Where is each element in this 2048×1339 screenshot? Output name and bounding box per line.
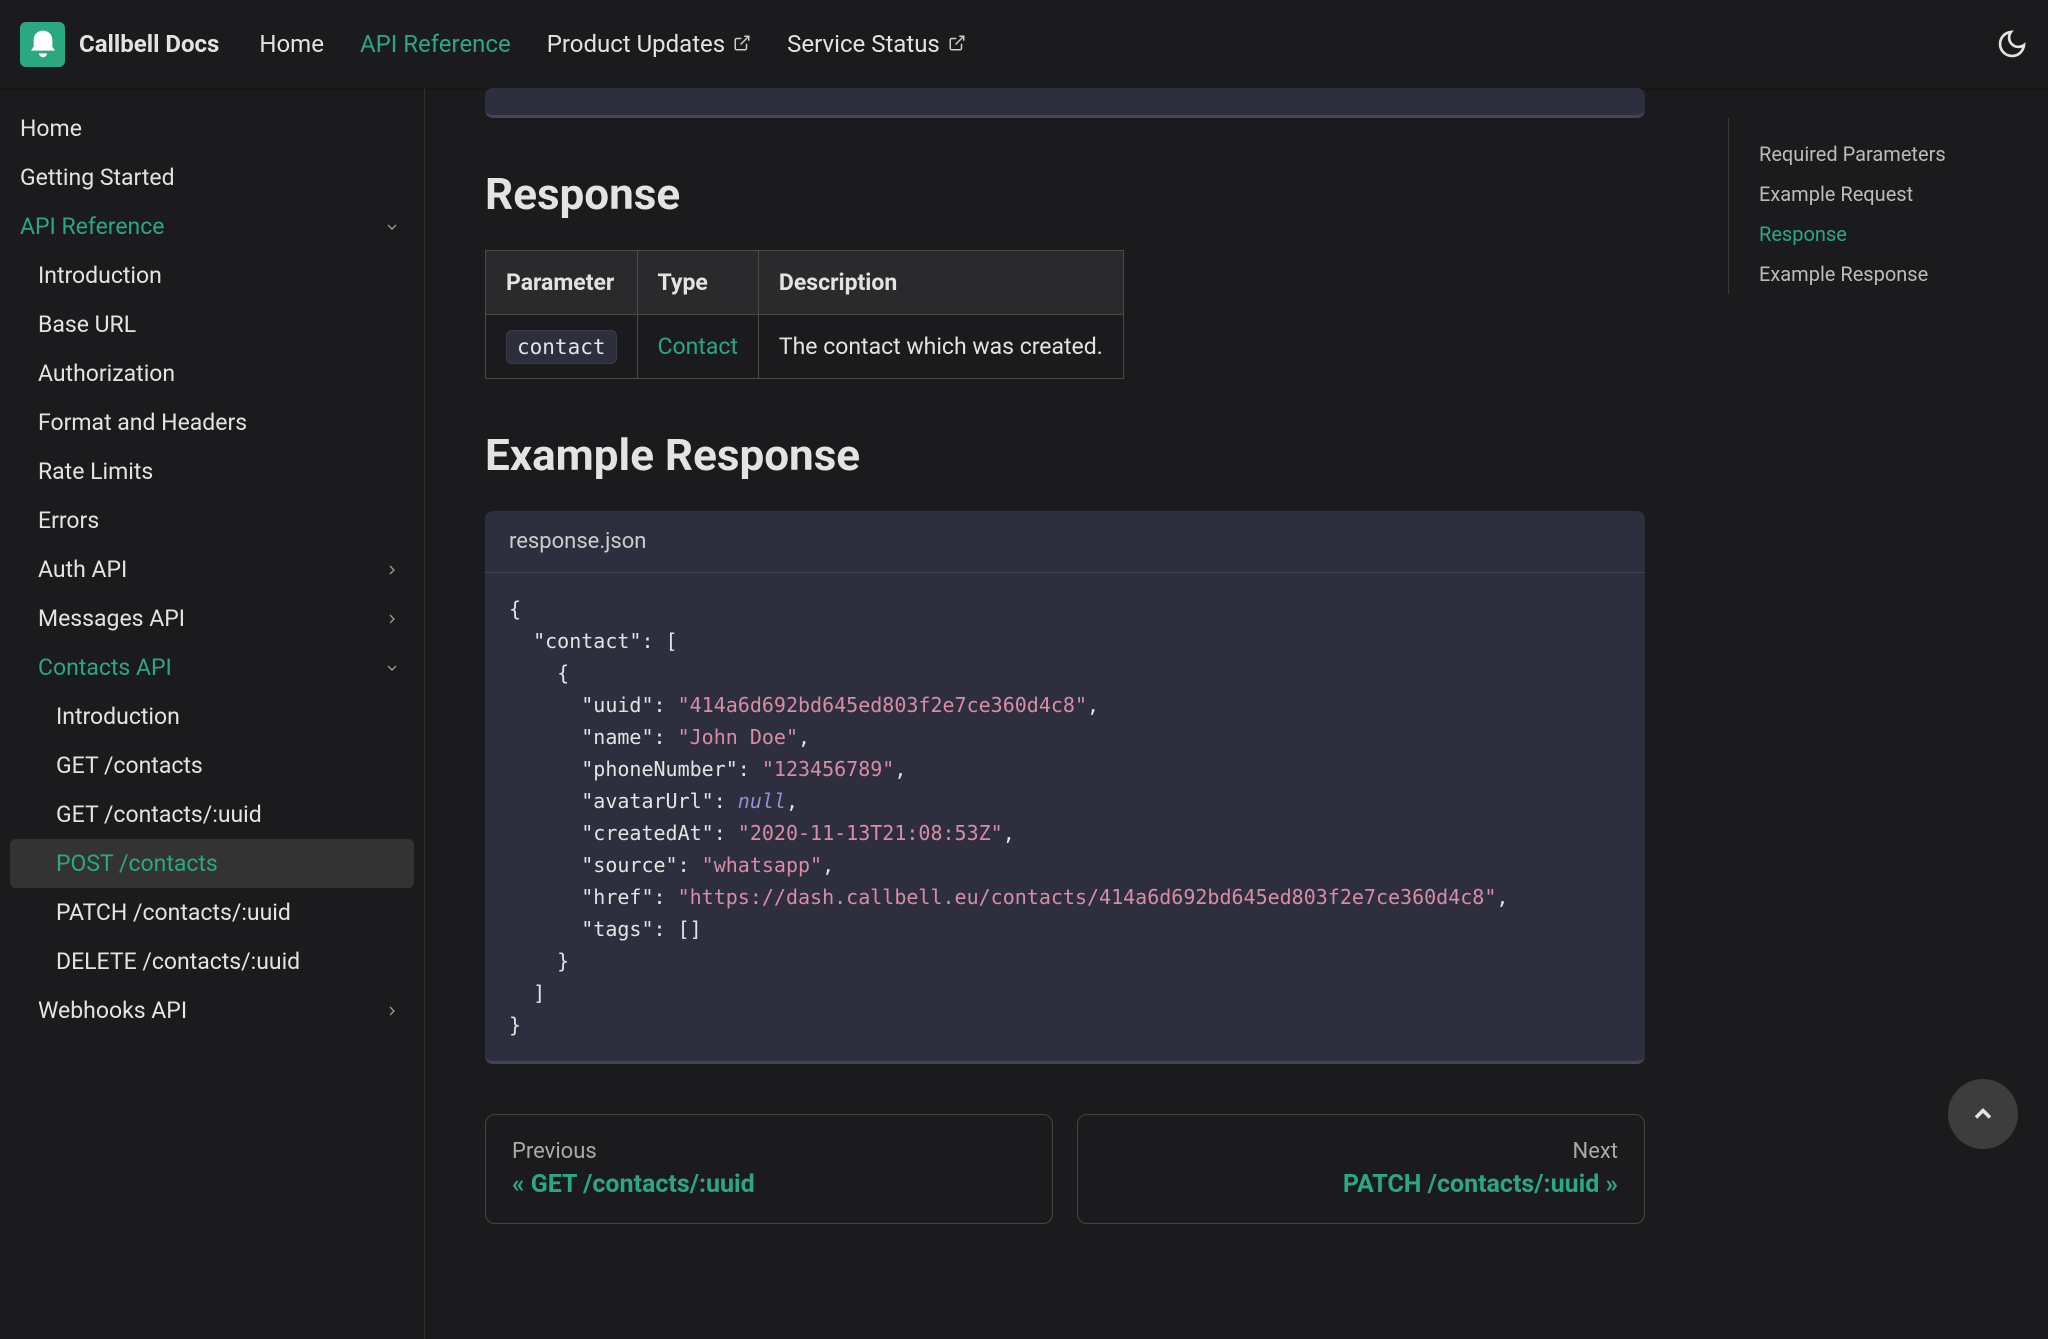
th-description: Description	[758, 251, 1123, 315]
response-table: Parameter Type Description contact Conta…	[485, 250, 1124, 379]
sidebar-item-messages-api[interactable]: Messages API	[0, 594, 424, 643]
sidebar-item-authorization[interactable]: Authorization	[0, 349, 424, 398]
cell-parameter: contact	[486, 315, 638, 379]
th-parameter: Parameter	[486, 251, 638, 315]
brand-title: Callbell Docs	[79, 30, 219, 58]
cell-description: The contact which was created.	[758, 315, 1123, 379]
pagination: Previous « GET /contacts/:uuid Next PATC…	[485, 1114, 1645, 1224]
external-link-icon	[948, 30, 966, 58]
sidebar-item-api-reference[interactable]: API Reference	[0, 202, 424, 251]
type-link-contact[interactable]: Contact	[658, 333, 738, 360]
nav-api-reference[interactable]: API Reference	[360, 30, 511, 58]
sidebar-item-format-headers[interactable]: Format and Headers	[0, 398, 424, 447]
chevron-down-icon	[380, 215, 404, 239]
next-title: PATCH /contacts/:uuid »	[1104, 1170, 1618, 1199]
response-heading: Response	[485, 168, 1645, 220]
sidebar-item-label: Webhooks API	[38, 997, 187, 1024]
toc-required-params[interactable]: Required Parameters	[1759, 134, 2048, 174]
toc-example-request[interactable]: Example Request	[1759, 174, 2048, 214]
json-avatar: null	[738, 789, 786, 813]
nav-product-updates[interactable]: Product Updates	[547, 30, 751, 58]
nav-service-status[interactable]: Service Status	[787, 30, 966, 58]
json-name: "John Doe"	[678, 725, 798, 749]
code-body: { "contact": [ { "uuid": "414a6d692bd645…	[485, 573, 1645, 1061]
json-phone: "123456789"	[762, 757, 894, 781]
sidebar-item-get-contacts[interactable]: GET /contacts	[0, 741, 424, 790]
sidebar-item-contacts-api[interactable]: Contacts API	[0, 643, 424, 692]
bell-icon	[27, 28, 59, 60]
prev-label: Previous	[512, 1139, 1026, 1164]
pagination-next[interactable]: Next PATCH /contacts/:uuid »	[1077, 1114, 1645, 1224]
toc-response[interactable]: Response	[1759, 214, 2048, 254]
header: Callbell Docs Home API Reference Product…	[0, 0, 2048, 88]
sidebar-item-home[interactable]: Home	[0, 104, 424, 153]
sidebar-item-delete-contacts[interactable]: DELETE /contacts/:uuid	[0, 937, 424, 986]
nav-product-updates-label: Product Updates	[547, 30, 725, 58]
sidebar-item-post-contacts[interactable]: POST /contacts	[10, 839, 414, 888]
code-filename: response.json	[485, 511, 1645, 573]
table-of-contents: Required Parameters Example Request Resp…	[1728, 118, 2048, 294]
sidebar-item-contacts-intro[interactable]: Introduction	[0, 692, 424, 741]
chevron-right-icon	[380, 558, 404, 582]
prev-title: « GET /contacts/:uuid	[512, 1170, 1026, 1199]
logo[interactable]	[20, 22, 65, 67]
next-label: Next	[1104, 1139, 1618, 1164]
chevron-right-icon	[380, 999, 404, 1023]
toc-example-response[interactable]: Example Response	[1759, 254, 2048, 294]
sidebar-item-label: Messages API	[38, 605, 185, 632]
example-response-heading: Example Response	[485, 429, 1645, 481]
external-link-icon	[733, 30, 751, 58]
sidebar-item-getting-started[interactable]: Getting Started	[0, 153, 424, 202]
chevron-down-icon	[380, 656, 404, 680]
nav-home[interactable]: Home	[259, 30, 324, 58]
sidebar-item-label: Contacts API	[38, 654, 172, 681]
sidebar-item-label: API Reference	[20, 213, 164, 240]
sidebar-item-base-url[interactable]: Base URL	[0, 300, 424, 349]
chevron-right-icon	[380, 607, 404, 631]
sidebar-item-patch-contacts[interactable]: PATCH /contacts/:uuid	[0, 888, 424, 937]
code-block-remnant	[485, 88, 1645, 118]
nav-service-status-label: Service Status	[787, 30, 940, 58]
json-uuid: "414a6d692bd645ed803f2e7ce360d4c8"	[678, 693, 1087, 717]
json-source: "whatsapp"	[702, 853, 822, 877]
th-type: Type	[637, 251, 758, 315]
table-row: contact Contact The contact which was cr…	[486, 315, 1124, 379]
code-block: response.json { "contact": [ { "uuid": "…	[485, 511, 1645, 1064]
sidebar-item-errors[interactable]: Errors	[0, 496, 424, 545]
json-href: "https://dash.callbell.eu/contacts/414a6…	[678, 885, 1497, 909]
sidebar-item-introduction[interactable]: Introduction	[0, 251, 424, 300]
pagination-previous[interactable]: Previous « GET /contacts/:uuid	[485, 1114, 1053, 1224]
sidebar-item-get-contacts-uuid[interactable]: GET /contacts/:uuid	[0, 790, 424, 839]
scroll-to-top-button[interactable]	[1948, 1079, 2018, 1149]
sidebar-item-webhooks-api[interactable]: Webhooks API	[0, 986, 424, 1035]
sidebar-item-auth-api[interactable]: Auth API	[0, 545, 424, 594]
sidebar: Home Getting Started API Reference Intro…	[0, 88, 425, 1339]
json-created: "2020-11-13T21:08:53Z"	[738, 821, 1003, 845]
table-header-row: Parameter Type Description	[486, 251, 1124, 315]
chevron-up-icon	[1969, 1100, 1997, 1128]
main-content: Response Parameter Type Description cont…	[425, 88, 1728, 1339]
json-tags: []	[678, 917, 702, 941]
sidebar-item-label: Auth API	[38, 556, 127, 583]
parameter-name: contact	[506, 330, 617, 364]
theme-toggle[interactable]	[1996, 28, 2028, 60]
sidebar-item-rate-limits[interactable]: Rate Limits	[0, 447, 424, 496]
cell-type: Contact	[637, 315, 758, 379]
moon-icon	[1996, 28, 2028, 60]
